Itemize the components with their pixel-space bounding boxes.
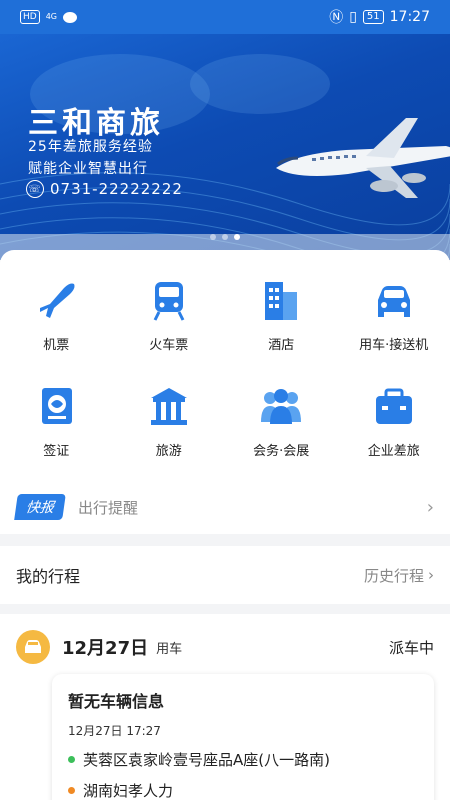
service-travel[interactable]: 旅游 [113, 384, 226, 490]
temple-icon [150, 388, 187, 425]
service-label: 酒店 [268, 338, 295, 353]
service-label: 火车票 [149, 338, 189, 353]
battery-indicator: 51 [362, 10, 384, 24]
phone-number: 0731-22222222 [50, 180, 183, 198]
pickup-address: 芙蓉区袁家岭壹号座品A座(八一路南) [83, 751, 330, 769]
service-label: 机票 [43, 338, 70, 353]
service-hotel[interactable]: 酒店 [225, 278, 338, 384]
car-badge-icon [16, 630, 50, 664]
service-label: 会务·会展 [253, 444, 310, 459]
service-train[interactable]: 火车票 [113, 278, 226, 384]
banner-phone[interactable]: ☏ 0731-22222222 [26, 180, 183, 198]
service-label: 企业差旅 [367, 444, 420, 459]
dropoff-location: 湖南妇孝人力 [68, 780, 418, 800]
history-trips-link[interactable]: 历史行程 › [364, 565, 434, 586]
trip-card[interactable]: 12月27日 用车 派车中 暂无车辆信息 12月27日 17:27 芙蓉区袁家岭… [0, 614, 450, 800]
trip-type: 用车 [156, 641, 183, 657]
dropoff-dot-icon [68, 787, 75, 794]
carousel-dot[interactable] [210, 234, 216, 240]
my-trips-title: 我的行程 [16, 567, 81, 586]
clock: 17:27 [389, 9, 430, 25]
airplane-illustration [276, 118, 450, 198]
service-business-trip[interactable]: 企业差旅 [338, 384, 450, 490]
service-grid: 机票 火车票 酒店 用车·接送机 签证 旅游 会务·会展 企业差旅 [0, 250, 450, 490]
briefcase-icon [375, 388, 412, 424]
news-tag: 快报 [14, 494, 66, 520]
hd-badge: HD [20, 10, 40, 24]
history-trips-label: 历史行程 [363, 566, 424, 585]
message-icon [63, 11, 77, 23]
status-left: HD 4G [20, 10, 77, 24]
carousel-dot-active[interactable] [234, 234, 240, 240]
passport-icon [42, 388, 73, 424]
trip-card-header: 12月27日 用车 派车中 [0, 614, 450, 664]
pickup-dot-icon [68, 756, 75, 763]
carousel-dots [0, 234, 450, 240]
service-car[interactable]: 用车·接送机 [338, 278, 450, 384]
service-meeting[interactable]: 会务·会展 [225, 384, 338, 490]
trip-time: 12月27日 17:27 [68, 724, 161, 738]
trip-status: 派车中 [388, 638, 434, 657]
status-right: Ⓝ ▯ 51 17:27 [329, 7, 430, 27]
chevron-right-icon: › [426, 496, 434, 518]
vibrate-icon: ▯ [349, 9, 357, 25]
banner-subtitle-1: 25年差旅服务经验 [28, 139, 153, 155]
train-icon [153, 282, 185, 321]
group-icon [261, 389, 302, 424]
my-trips-header: 我的行程 历史行程 › [0, 546, 450, 604]
service-visa[interactable]: 签证 [0, 384, 113, 490]
trip-date: 12月27日 [62, 638, 149, 659]
trip-detail-box[interactable]: 暂无车辆信息 12月27日 17:27 芙蓉区袁家岭壹号座品A座(八一路南) 湖… [52, 674, 434, 800]
service-label: 旅游 [155, 444, 182, 459]
news-ticker[interactable]: 快报 出行提醒 › [0, 484, 450, 530]
dropoff-address: 湖南妇孝人力 [83, 782, 174, 800]
network-indicator: 4G [45, 12, 57, 21]
vehicle-info-title: 暂无车辆信息 [68, 692, 165, 711]
nfc-icon: Ⓝ [329, 10, 344, 26]
hotel-icon [265, 282, 298, 320]
banner-subtitle-2: 赋能企业智慧出行 [28, 161, 148, 177]
chevron-right-icon: › [428, 566, 434, 584]
status-bar: HD 4G Ⓝ ▯ 51 17:27 [0, 0, 450, 34]
airplane-icon [40, 283, 75, 318]
carousel-dot[interactable] [222, 234, 228, 240]
service-label: 签证 [43, 444, 70, 459]
car-icon [377, 286, 410, 317]
phone-icon: ☏ [26, 180, 44, 198]
service-flight[interactable]: 机票 [0, 278, 113, 384]
pickup-location: 芙蓉区袁家岭壹号座品A座(八一路南) [68, 749, 418, 770]
service-label: 用车·接送机 [359, 338, 429, 353]
promo-banner[interactable]: 三和商旅 25年差旅服务经验 赋能企业智慧出行 ☏ 0731-22222222 [0, 34, 450, 260]
news-text: 出行提醒 [78, 498, 139, 517]
